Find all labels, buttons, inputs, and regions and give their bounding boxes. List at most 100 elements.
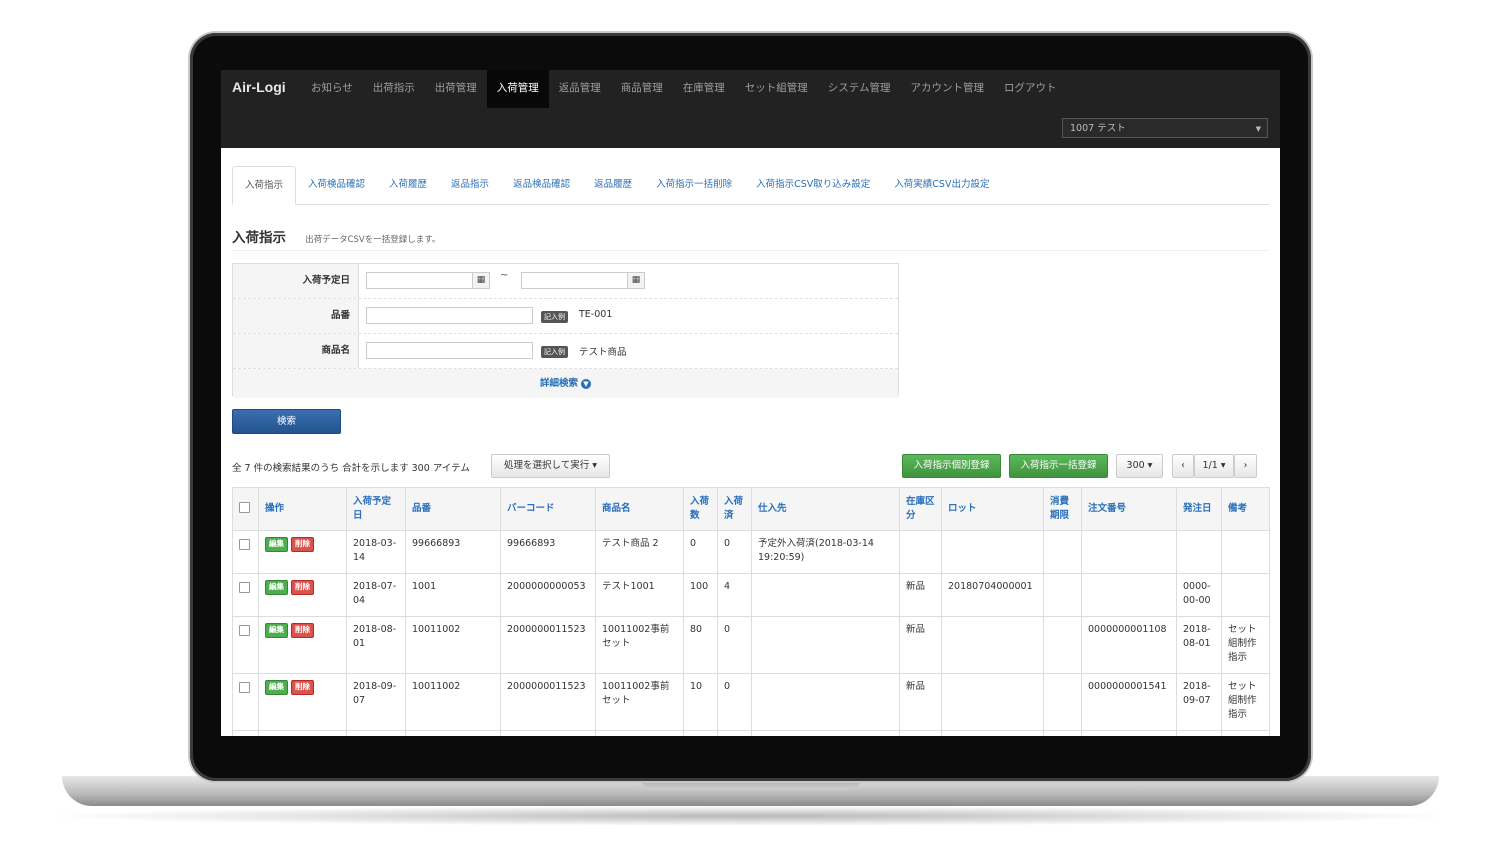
cell: セット組制作指示 (1221, 616, 1270, 674)
cell (751, 673, 900, 731)
date-to-input[interactable] (521, 272, 628, 289)
row-select-cell (232, 730, 259, 736)
cell (1043, 616, 1082, 674)
delete-button[interactable]: 削除 (291, 623, 314, 638)
nav-item-shipping-management[interactable]: 出荷管理 (425, 70, 487, 108)
cell: 2000000011523 (500, 616, 596, 674)
tab-csv-import-settings[interactable]: 入荷指示CSV取り込み設定 (744, 166, 882, 204)
cell (941, 530, 1044, 574)
tab-return-history[interactable]: 返品履歴 (582, 166, 644, 204)
col-notes[interactable]: 備考 (1221, 487, 1270, 531)
row-checkbox[interactable] (239, 539, 250, 550)
nav-item-inventory-management[interactable]: 在庫管理 (673, 70, 735, 108)
nav-item-account-management[interactable]: アカウント管理 (900, 70, 994, 108)
tab-receiving-history[interactable]: 入荷履歴 (377, 166, 439, 204)
advanced-search-toggle[interactable]: 詳細検索 ▼ (233, 369, 898, 398)
col-order-number[interactable]: 注文番号 (1081, 487, 1177, 531)
edit-button[interactable]: 編集 (265, 537, 288, 552)
prev-page-icon[interactable]: ‹ (1172, 454, 1194, 478)
row-checkbox[interactable] (239, 682, 250, 693)
table-header-row: 操作 入荷予定日 品番 バーコード 商品名 入荷数 入荷済 仕入先 在庫区分 ロ… (232, 487, 1270, 531)
delete-button[interactable]: 削除 (291, 680, 314, 695)
table-row: 編集 削除 2018-09-07 10011002 2000000011523 1… (232, 673, 1270, 731)
col-lot[interactable]: ロット (941, 487, 1044, 531)
nav-item-receiving-management[interactable]: 入荷管理 (486, 70, 549, 108)
edit-button[interactable]: 編集 (265, 680, 288, 695)
per-page-dropdown[interactable]: 300 ▾ (1116, 454, 1163, 478)
row-select-cell (232, 616, 259, 674)
sub-tabs: 入荷指示 入荷検品確認 入荷履歴 返品指示 返品検品確認 返品履歴 入荷指示一括… (232, 166, 1269, 205)
cell: 4 (717, 573, 752, 617)
row-checkbox[interactable] (239, 582, 250, 593)
nav-item-news[interactable]: お知らせ (301, 70, 363, 108)
cell: 20180704000001 (941, 573, 1044, 617)
next-page-icon[interactable]: › (1234, 454, 1257, 478)
col-received[interactable]: 入荷済 (717, 487, 752, 531)
cell: 2018-03-14 (346, 530, 406, 574)
delete-button[interactable]: 削除 (291, 580, 314, 595)
col-supplier[interactable]: 仕入先 (751, 487, 900, 531)
date-label: 入荷予定日 (233, 264, 359, 298)
col-sku[interactable]: 品番 (405, 487, 501, 531)
tab-csv-export-settings[interactable]: 入荷実績CSV出力設定 (882, 166, 1001, 204)
col-stock-type[interactable]: 在庫区分 (899, 487, 942, 531)
col-quantity[interactable]: 入荷数 (683, 487, 718, 531)
nav-item-returns-management[interactable]: 返品管理 (549, 70, 611, 108)
cell: 100 (683, 573, 718, 617)
col-order-date[interactable]: 発注日 (1176, 487, 1222, 531)
nav-item-product-management[interactable]: 商品管理 (611, 70, 673, 108)
sku-example: TE-001 (579, 309, 613, 320)
select-all-checkbox[interactable] (239, 502, 250, 514)
calendar-icon[interactable]: ▦ (627, 272, 645, 289)
cell (751, 616, 900, 674)
edit-button[interactable]: 編集 (265, 623, 288, 638)
register-bulk-button[interactable]: 入荷指示一括登録 (1009, 454, 1108, 478)
cell (941, 616, 1044, 674)
tab-return-instruction[interactable]: 返品指示 (439, 166, 501, 204)
cell: 0000000001108 (1081, 616, 1177, 674)
register-individual-button[interactable]: 入荷指示個別登録 (902, 454, 1001, 478)
cell: 80 (683, 616, 718, 674)
cell: 10011002事前セット (595, 673, 684, 731)
top-navbar: Air-Logi お知らせ 出荷指示 出荷管理 入荷管理 返品管理 商品管理 在… (221, 70, 1280, 148)
table-row: 編集削除 (232, 730, 1270, 736)
col-barcode[interactable]: バーコード (500, 487, 596, 531)
page-select-dropdown[interactable]: 1/1 ▾ (1194, 454, 1234, 478)
cell: 10011002 (405, 616, 501, 674)
page-header: 入荷指示 出荷データCSVを一括登録します。 (232, 226, 1269, 251)
cell: 予定外入荷済(2018-03-14 19:20:59) (751, 530, 900, 574)
tab-return-inspection[interactable]: 返品検品確認 (501, 166, 582, 204)
col-actions[interactable]: 操作 (258, 487, 347, 531)
nav-item-shipping-instruction[interactable]: 出荷指示 (363, 70, 425, 108)
row-checkbox[interactable] (239, 625, 250, 636)
form-row-date: 入荷予定日 ▦ ~ ▦ (233, 264, 898, 299)
cell: 0 (717, 616, 752, 674)
edit-button[interactable]: 編集 (265, 580, 288, 595)
delete-button[interactable]: 削除 (291, 537, 314, 552)
date-from-input[interactable] (366, 272, 473, 289)
tab-receiving-inspection[interactable]: 入荷検品確認 (296, 166, 377, 204)
sku-input[interactable] (366, 307, 533, 324)
account-select[interactable]: 1007 テスト ▼ (1062, 118, 1268, 138)
col-scheduled-date[interactable]: 入荷予定日 (346, 487, 406, 531)
bulk-action-dropdown[interactable]: 処理を選択して実行 ▾ (491, 454, 610, 478)
cell (751, 573, 900, 617)
col-product-name[interactable]: 商品名 (595, 487, 684, 531)
calendar-icon[interactable]: ▦ (472, 272, 490, 289)
tab-bulk-delete[interactable]: 入荷指示一括削除 (644, 166, 744, 204)
cell: 1001 (405, 573, 501, 617)
tab-receiving-instruction[interactable]: 入荷指示 (232, 166, 297, 205)
brand-logo[interactable]: Air-Logi (232, 79, 286, 95)
app-screen: Air-Logi お知らせ 出荷指示 出荷管理 入荷管理 返品管理 商品管理 在… (221, 70, 1280, 736)
main-nav: お知らせ 出荷指示 出荷管理 入荷管理 返品管理 商品管理 在庫管理 セット組管… (301, 70, 1066, 108)
col-expiry[interactable]: 消費期限 (1043, 487, 1082, 531)
laptop-shadow (40, 806, 1461, 826)
nav-item-set-management[interactable]: セット組管理 (735, 70, 818, 108)
cell: 10011002事前セット (595, 616, 684, 674)
nav-item-system-management[interactable]: システム管理 (818, 70, 901, 108)
nav-item-logout[interactable]: ログアウト (994, 70, 1067, 108)
cell (1081, 573, 1177, 617)
cell (1043, 673, 1082, 731)
search-button[interactable]: 検索 (232, 409, 341, 434)
product-name-input[interactable] (366, 342, 533, 359)
